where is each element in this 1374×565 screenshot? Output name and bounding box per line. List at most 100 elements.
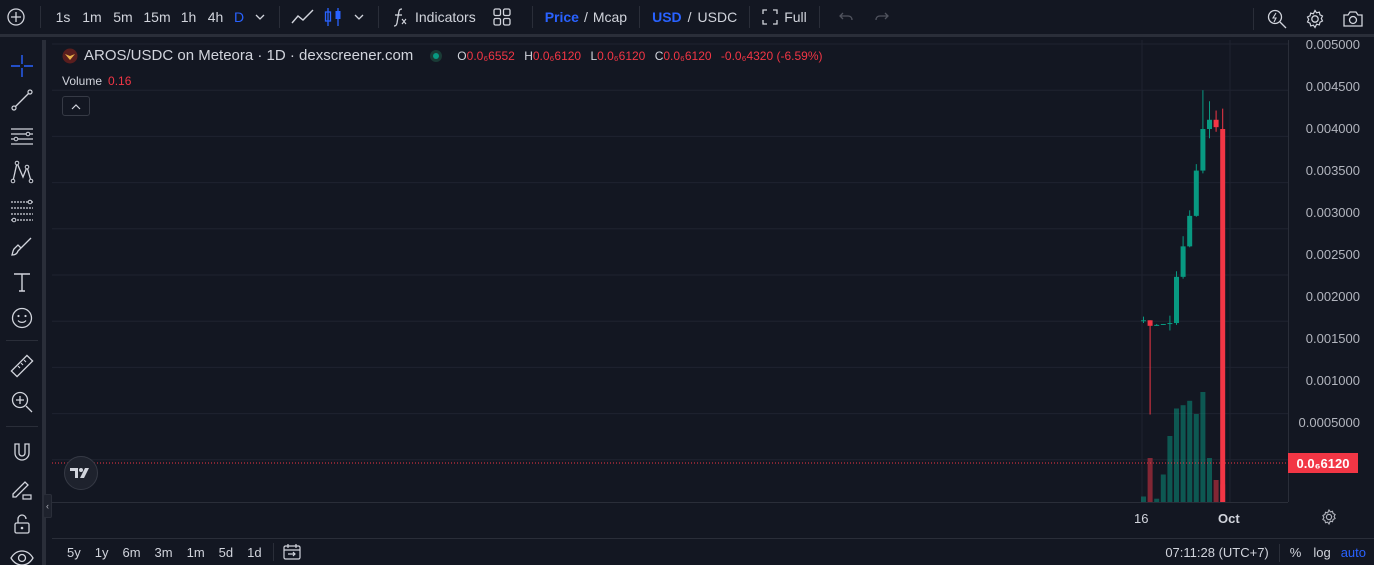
volume-bar [1147, 458, 1153, 502]
timeframe-5m[interactable]: 5m [107, 0, 139, 36]
price-tick: 0.004500 [1305, 79, 1360, 94]
range-1m[interactable]: 1m [180, 545, 212, 560]
undo-icon[interactable] [828, 0, 864, 36]
symbol-title[interactable]: AROS/USDC on Meteora · 1D · dexscreener.… [84, 47, 413, 64]
volume-bar [1180, 405, 1186, 502]
zoom-in-icon[interactable] [8, 388, 36, 416]
time-tick: Oct [1218, 511, 1240, 526]
toggle-slash: / [687, 9, 692, 25]
ohlc-open-value: 0.0₆6552 [466, 48, 515, 63]
ohlc-close-value: 0.0₆6120 [663, 48, 712, 63]
axis-settings-icon[interactable] [1320, 508, 1338, 531]
timeframe-1m[interactable]: 1m [77, 0, 107, 36]
crosshair-icon[interactable] [8, 52, 36, 80]
price-option[interactable]: Price [545, 9, 579, 25]
volume-bar [1187, 400, 1193, 502]
top-toolbar: 1s 1m 5m 15m 1h 4h D Indicators Price / … [0, 0, 1374, 37]
range-5y[interactable]: 5y [60, 545, 88, 560]
collapse-legend-button[interactable] [62, 96, 90, 116]
clock-timezone[interactable]: 07:11:28 (UTC+7) [1165, 545, 1268, 560]
range-5d[interactable]: 5d [212, 545, 240, 560]
toggle-slash: / [583, 9, 588, 25]
add-symbol-icon[interactable] [0, 0, 32, 36]
candle-body [1200, 129, 1206, 171]
drawing-toolbar [0, 40, 46, 565]
volume-bar [1193, 414, 1199, 502]
text-tool-icon[interactable] [8, 268, 36, 296]
ohlc-high-value: 0.0₆6120 [532, 48, 582, 63]
layouts-grid-icon[interactable] [480, 0, 524, 36]
volume-bar [1167, 436, 1173, 502]
range-1d[interactable]: 1d [240, 545, 268, 560]
candle-body [1174, 276, 1179, 324]
magnet-icon[interactable] [8, 438, 36, 466]
trend-line-icon[interactable] [8, 86, 36, 114]
token-logo-icon [62, 48, 78, 64]
candlestick-icon[interactable] [318, 0, 348, 36]
quick-search-icon[interactable] [1264, 0, 1290, 37]
volume-label: Volume [62, 74, 103, 88]
brush-icon[interactable] [8, 232, 36, 260]
candle-body [1154, 324, 1160, 326]
timeframe-d[interactable]: D [229, 0, 249, 36]
range-1y[interactable]: 1y [88, 545, 116, 560]
candle-body [1167, 323, 1173, 325]
price-tick: 0.004000 [1305, 121, 1360, 136]
chart-pane[interactable] [52, 40, 1288, 502]
timeframe-1h[interactable]: 1h [175, 0, 202, 36]
currency-toggle[interactable]: USD / USDC [648, 0, 741, 36]
usdc-option[interactable]: USDC [698, 9, 738, 25]
chevron-down-icon[interactable] [249, 0, 271, 36]
range-6m[interactable]: 6m [115, 545, 147, 560]
auto-scale-toggle[interactable]: auto [1341, 545, 1366, 560]
toolbar-divider [6, 426, 38, 427]
indicators-button[interactable]: Indicators [387, 0, 480, 36]
candle-body [1193, 170, 1199, 216]
range-group: 5y 1y 6m 3m 1m 5d 1d [60, 545, 269, 560]
line-chart-icon[interactable] [288, 0, 318, 36]
horizontal-lines-icon[interactable] [8, 122, 36, 150]
ohlc-change: -0.0₆4320 (-6.59%) [720, 48, 823, 63]
tradingview-logo[interactable] [64, 456, 98, 490]
ohlc-low-value: 0.0₆6120 [597, 48, 646, 63]
price-tick: 0.003500 [1305, 163, 1360, 178]
lock-icon[interactable] [8, 510, 36, 538]
candle-body [1160, 323, 1166, 325]
collapse-toolbar-handle[interactable]: ‹ [43, 494, 52, 518]
pattern-icon[interactable] [8, 158, 36, 186]
chevron-down-icon[interactable] [348, 0, 370, 36]
log-toggle[interactable]: log [1313, 545, 1330, 560]
ruler-icon[interactable] [8, 352, 36, 380]
candle-body [1147, 320, 1153, 326]
gear-icon[interactable] [1302, 0, 1328, 37]
mcap-option[interactable]: Mcap [593, 9, 627, 25]
emoji-icon[interactable] [8, 304, 36, 332]
camera-icon[interactable] [1340, 0, 1366, 37]
timeframe-15m[interactable]: 15m [139, 0, 175, 36]
fullscreen-button[interactable]: Full [758, 0, 811, 36]
range-3m[interactable]: 3m [148, 545, 180, 560]
function-icon [391, 7, 409, 27]
price-axis[interactable]: 0.005000 0.004500 0.004000 0.003500 0.00… [1288, 37, 1374, 502]
toolbar-divider [531, 6, 533, 28]
candle-body [1187, 215, 1193, 247]
fib-retracement-icon[interactable] [8, 196, 36, 224]
toolbar-divider [6, 340, 38, 341]
eye-icon[interactable] [8, 544, 36, 565]
timeframe-4h[interactable]: 4h [202, 0, 229, 36]
redo-icon[interactable] [864, 0, 900, 36]
chevron-up-icon [71, 103, 81, 109]
price-mcap-toggle[interactable]: Price / Mcap [541, 0, 631, 36]
percent-toggle[interactable]: % [1290, 545, 1302, 560]
timeframe-1s[interactable]: 1s [49, 0, 77, 36]
volume-bar [1200, 392, 1206, 502]
chart-legend: AROS/USDC on Meteora · 1D · dexscreener.… [62, 47, 828, 64]
stay-in-drawing-icon[interactable] [8, 474, 36, 502]
time-axis[interactable]: 16 Oct [52, 502, 1288, 532]
price-chart[interactable] [52, 40, 1288, 502]
go-to-date-icon[interactable] [282, 543, 302, 561]
usd-option[interactable]: USD [652, 9, 682, 25]
toolbar-divider [279, 6, 280, 28]
price-tick: 0.003000 [1305, 205, 1360, 220]
full-label: Full [784, 9, 807, 25]
